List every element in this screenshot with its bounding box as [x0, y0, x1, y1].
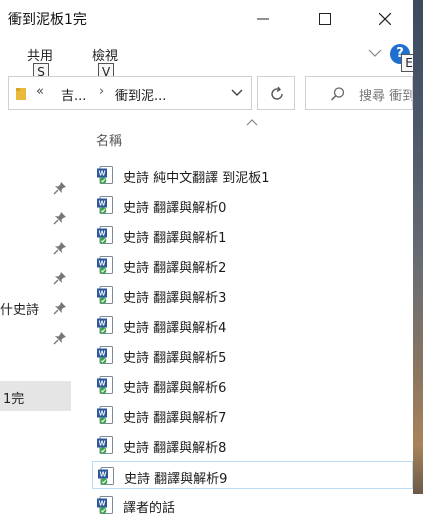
word-document-icon: W: [97, 226, 113, 244]
pin-icon[interactable]: [52, 240, 68, 256]
address-dropdown-icon[interactable]: [231, 89, 243, 97]
file-name: 史詩 翻譯與解析6: [123, 381, 227, 396]
nav-item-label[interactable]: 什史詩: [0, 299, 39, 318]
nav-item-selected[interactable]: 1完: [0, 381, 71, 411]
word-document-icon: W: [97, 436, 113, 454]
breadcrumb-item-current[interactable]: 衝到泥...: [115, 85, 166, 104]
svg-text:W: W: [99, 411, 106, 418]
svg-text:W: W: [99, 261, 106, 268]
svg-text:W: W: [99, 351, 106, 358]
svg-text:W: W: [99, 291, 106, 298]
file-row[interactable]: W 史詩 翻譯與解析6: [92, 371, 413, 399]
file-row[interactable]: W 史詩 翻譯與解析2: [92, 251, 413, 279]
tab-view[interactable]: 檢視: [92, 45, 118, 64]
word-document-icon: W: [98, 467, 114, 485]
word-document-icon: W: [97, 166, 113, 184]
file-row[interactable]: W 史詩 翻譯與解析4: [92, 311, 413, 339]
address-bar[interactable]: « 吉... › 衝到泥...: [8, 76, 252, 110]
file-row[interactable]: W 譯者的話: [92, 491, 413, 519]
file-row[interactable]: W 史詩 翻譯與解析5: [92, 341, 413, 369]
tab-share[interactable]: 共用: [27, 45, 53, 64]
search-icon: [330, 87, 345, 101]
maximize-icon: [319, 13, 331, 25]
column-header-name[interactable]: 名稱: [96, 130, 122, 149]
breadcrumb-separator: ›: [99, 84, 105, 99]
word-document-icon: W: [97, 286, 113, 304]
file-name: 史詩 翻譯與解析8: [123, 441, 227, 456]
file-row[interactable]: W 史詩 翻譯與解析0: [92, 191, 413, 219]
svg-text:W: W: [99, 501, 106, 508]
ribbon: 共用 檢視: [0, 38, 413, 72]
word-document-icon: W: [97, 496, 113, 514]
word-document-icon: W: [97, 346, 113, 364]
svg-text:W: W: [100, 472, 107, 479]
file-row[interactable]: W 史詩 翻譯與解析8: [92, 431, 413, 459]
word-document-icon: W: [97, 316, 113, 334]
file-name: 史詩 翻譯與解析4: [123, 321, 227, 336]
svg-text:W: W: [99, 201, 106, 208]
svg-text:W: W: [99, 171, 106, 178]
svg-text:W: W: [99, 381, 106, 388]
file-name: 史詩 純中文翻譯 到泥板1: [123, 171, 270, 186]
file-name: 史詩 翻譯與解析0: [123, 201, 227, 216]
sort-ascending-icon[interactable]: [246, 118, 258, 126]
word-document-icon: W: [97, 196, 113, 214]
pin-icon[interactable]: [52, 300, 68, 316]
search-box[interactable]: 搜尋 衝到: [305, 76, 413, 110]
title-bar: 衝到泥板1完: [0, 0, 413, 38]
file-name: 譯者的話: [123, 501, 176, 516]
file-name: 史詩 翻譯與解析2: [123, 261, 227, 276]
pin-icon[interactable]: [52, 330, 68, 346]
word-document-icon: W: [97, 376, 113, 394]
file-name: 史詩 翻譯與解析1: [123, 231, 227, 246]
refresh-button[interactable]: [257, 76, 295, 110]
file-name: 史詩 翻譯與解析3: [123, 291, 227, 306]
minimize-icon: [257, 18, 269, 20]
close-button[interactable]: [362, 0, 408, 38]
ribbon-expand-icon[interactable]: [368, 48, 382, 58]
file-name: 史詩 翻譯與解析5: [123, 351, 227, 366]
nav-item-label: 1完: [3, 392, 25, 407]
word-document-icon: W: [97, 256, 113, 274]
file-row[interactable]: W 史詩 翻譯與解析3: [92, 281, 413, 309]
file-row[interactable]: W 史詩 翻譯與解析7: [92, 401, 413, 429]
svg-text:W: W: [99, 441, 106, 448]
search-input[interactable]: 搜尋 衝到: [359, 85, 412, 104]
pin-icon[interactable]: [52, 270, 68, 286]
file-name: 史詩 翻譯與解析7: [123, 411, 227, 426]
window-title: 衝到泥板1完: [8, 12, 87, 28]
folder-icon: [16, 88, 26, 100]
address-overflow[interactable]: «: [36, 84, 44, 99]
svg-text:W: W: [99, 321, 106, 328]
word-document-icon: W: [97, 406, 113, 424]
file-row[interactable]: W 史詩 翻譯與解析9: [92, 461, 413, 489]
pin-icon[interactable]: [52, 180, 68, 196]
desktop-background-strip: [413, 0, 423, 494]
file-row[interactable]: W 史詩 純中文翻譯 到泥板1: [92, 161, 413, 189]
file-name: 史詩 翻譯與解析9: [124, 472, 228, 487]
file-row[interactable]: W 史詩 翻譯與解析1: [92, 221, 413, 249]
svg-text:W: W: [99, 231, 106, 238]
close-icon: [379, 13, 391, 25]
pin-icon[interactable]: [52, 210, 68, 226]
breadcrumb-item[interactable]: 吉...: [61, 85, 86, 104]
refresh-icon: [271, 86, 283, 100]
maximize-button[interactable]: [302, 0, 348, 38]
minimize-button[interactable]: [240, 0, 286, 38]
